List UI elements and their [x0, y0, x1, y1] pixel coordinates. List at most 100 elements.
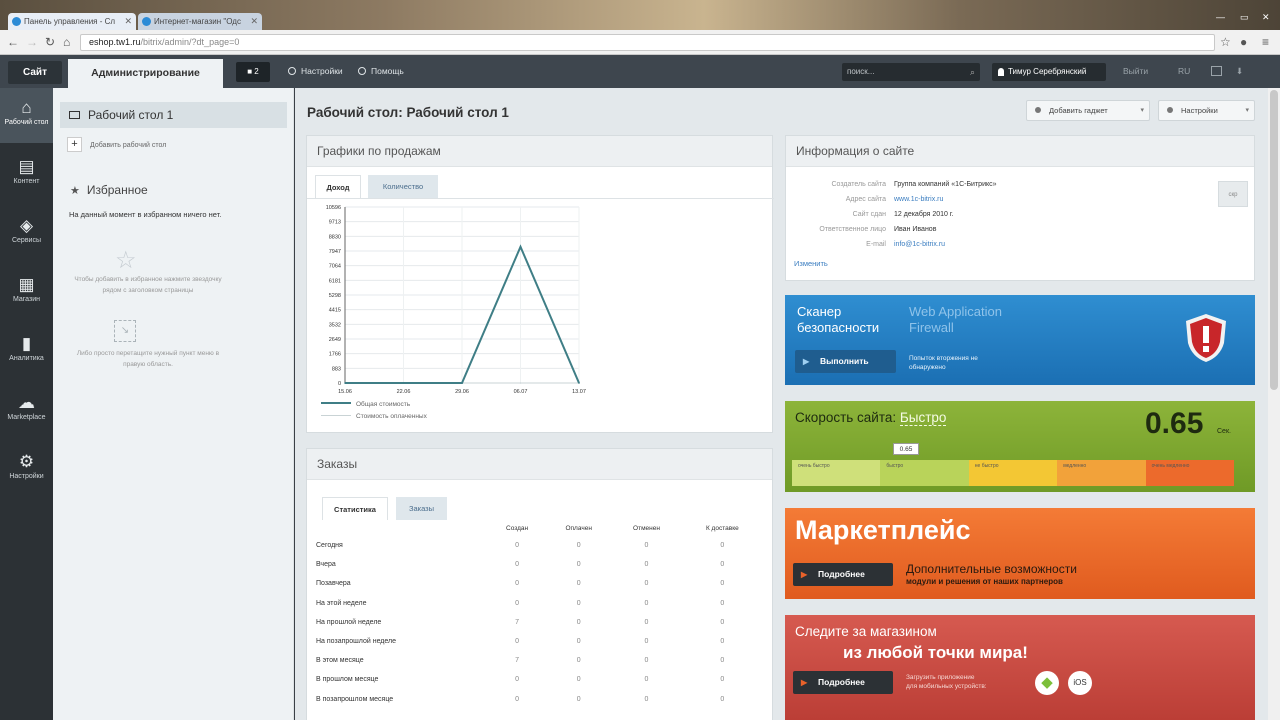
- add-desktop-label: Добавить рабочий стол: [90, 142, 167, 149]
- table-header-empty: [314, 521, 489, 536]
- speed-title: Скорость сайта: Быстро: [795, 410, 947, 426]
- menu-item-content[interactable]: ▤ Контент: [0, 147, 53, 202]
- minimize-icon[interactable]: —: [1216, 12, 1225, 22]
- x-tick-label: 15.06: [338, 389, 352, 395]
- info-link[interactable]: info@1c-bitrix.ru: [894, 241, 945, 248]
- row-label: Сегодня: [316, 542, 343, 550]
- menu-item-desktop[interactable]: ⌂ Рабочий стол: [0, 88, 53, 143]
- row-label: Позавчера: [316, 580, 351, 588]
- desktop-item-label: Рабочий стол 1: [88, 108, 174, 122]
- desktop-item[interactable]: Рабочий стол 1: [60, 102, 287, 128]
- table-cell: 0: [576, 561, 581, 569]
- browser-tab-shop[interactable]: Интернет-магазин "Одс ✕: [138, 13, 262, 30]
- speed-marker: 0.65: [893, 443, 919, 455]
- menu-item-marketplace[interactable]: ☁ Marketplace: [0, 383, 53, 438]
- reload-icon[interactable]: ↻: [45, 35, 55, 49]
- chevron-down-icon: ▾: [1245, 107, 1249, 114]
- screen-toggle-icon[interactable]: [1211, 66, 1222, 76]
- x-tick-label: 06.07: [514, 389, 528, 395]
- hide-gadget-button[interactable]: скр: [1218, 181, 1248, 207]
- menu-item-analytics[interactable]: ▮ Аналитика: [0, 324, 53, 379]
- info-value: 12 декабря 2010 г.: [894, 211, 954, 218]
- user-menu[interactable]: Тимур Серебрянский: [992, 63, 1106, 81]
- admin-search-input[interactable]: поиск... ⌕: [842, 63, 980, 81]
- notifications-button[interactable]: ■ 2: [236, 62, 270, 82]
- table-cell: 0: [515, 561, 519, 569]
- menu-item-services[interactable]: ◈ Сервисы: [0, 206, 53, 261]
- close-tab-icon[interactable]: ✕: [124, 13, 132, 30]
- extension-icon[interactable]: ●: [1240, 35, 1247, 49]
- tab-statistics[interactable]: Статистика: [322, 497, 388, 520]
- table-cell: 7: [515, 657, 519, 665]
- edit-site-info-link[interactable]: Изменить: [794, 259, 828, 268]
- close-tab-icon[interactable]: ✕: [250, 13, 258, 30]
- y-tick-label: 8830: [329, 234, 341, 240]
- scanner-title: Сканер безопасности: [797, 304, 879, 336]
- marketplace-title: Маркетплейс: [795, 515, 971, 545]
- language-select[interactable]: RU: [1178, 66, 1190, 76]
- table-cell: 0: [644, 561, 649, 569]
- menu-item-shop[interactable]: ▦ Магазин: [0, 265, 53, 320]
- bookmark-star-icon[interactable]: ☆: [1220, 35, 1231, 49]
- ios-icon[interactable]: iOS: [1068, 671, 1092, 695]
- address-bar[interactable]: eshop.tw1.ru/bitrix/admin/?dt_page=0: [80, 34, 1215, 51]
- scrollbar-thumb[interactable]: [1270, 90, 1278, 390]
- forward-icon[interactable]: →: [26, 35, 38, 49]
- search-icon[interactable]: ⌕: [970, 63, 975, 81]
- y-tick-label: 2649: [329, 337, 341, 343]
- maximize-icon[interactable]: ▭: [1240, 12, 1249, 23]
- table-cell: 0: [576, 580, 581, 588]
- scan-status: Попыток вторжения не обнаружено: [909, 354, 978, 372]
- drag-target-icon: ↘: [114, 320, 136, 342]
- menu-item-settings[interactable]: ⚙ Настройки: [0, 442, 53, 497]
- waf-title: Web Application Firewall: [909, 304, 1002, 336]
- run-scan-button[interactable]: ▶ Выполнить: [795, 350, 896, 373]
- row-label: В позапрошлом месяце: [316, 695, 394, 703]
- table-cell: 0: [515, 580, 519, 588]
- help-link[interactable]: Помощь: [358, 66, 404, 76]
- table-cell: 0: [576, 676, 581, 684]
- mobile-more-button[interactable]: ▶ Подробнее: [793, 671, 893, 694]
- screen: Панель управления - Сл ✕ Интернет-магази…: [0, 0, 1280, 720]
- add-gadget-button[interactable]: Добавить гаджет ▾: [1026, 100, 1150, 121]
- table-cell: 0: [515, 676, 519, 684]
- table-cell: 0: [720, 599, 725, 607]
- data-point: [519, 245, 522, 248]
- info-key: E-mail: [866, 241, 886, 248]
- back-icon[interactable]: ←: [7, 35, 19, 49]
- logout-link[interactable]: Выйти: [1123, 66, 1148, 76]
- close-window-icon[interactable]: ✕: [1262, 12, 1270, 23]
- add-desktop-link[interactable]: + Добавить рабочий стол: [67, 137, 166, 153]
- pin-icon[interactable]: ⬇: [1236, 66, 1243, 77]
- browser-tab-admin[interactable]: Панель управления - Сл ✕: [8, 13, 136, 30]
- speed-status[interactable]: Быстро: [899, 410, 947, 426]
- gadget-title[interactable]: Заказы: [307, 449, 772, 480]
- home-icon: ⌂: [21, 98, 32, 117]
- scanner-title-line: Сканер: [797, 304, 842, 319]
- info-key: Ответственное лицо: [819, 226, 886, 233]
- marketplace-more-button[interactable]: ▶ Подробнее: [793, 563, 893, 586]
- table-cell: 0: [644, 580, 649, 588]
- cloud-icon: ☁: [18, 393, 35, 412]
- desktop-settings-button[interactable]: Настройки ▾: [1158, 100, 1255, 121]
- home-icon[interactable]: ⌂: [63, 35, 70, 49]
- table-cell: 0: [720, 657, 725, 665]
- star-outline-icon: ☆: [115, 247, 137, 274]
- y-tick-label: 883: [332, 366, 341, 372]
- page-scrollbar[interactable]: [1268, 88, 1280, 720]
- help-icon: [358, 67, 366, 75]
- menu-icon[interactable]: ≡: [1262, 35, 1269, 49]
- site-button[interactable]: Сайт: [8, 61, 62, 84]
- info-key: Адрес сайта: [845, 196, 886, 203]
- document-icon: ▤: [18, 157, 35, 176]
- gadget-title[interactable]: Информация о сайте: [786, 136, 1254, 167]
- administration-tab[interactable]: Администрирование: [68, 59, 223, 88]
- table-cell: 0: [576, 599, 581, 607]
- waf-title-line: Firewall: [909, 320, 954, 335]
- settings-link[interactable]: Настройки: [288, 66, 343, 76]
- tab-orders[interactable]: Заказы: [396, 497, 447, 520]
- android-icon[interactable]: ◆: [1035, 671, 1059, 695]
- table-cell: 0: [720, 638, 725, 646]
- info-link[interactable]: www.1c-bitrix.ru: [894, 196, 943, 203]
- table-cell: 0: [576, 542, 581, 550]
